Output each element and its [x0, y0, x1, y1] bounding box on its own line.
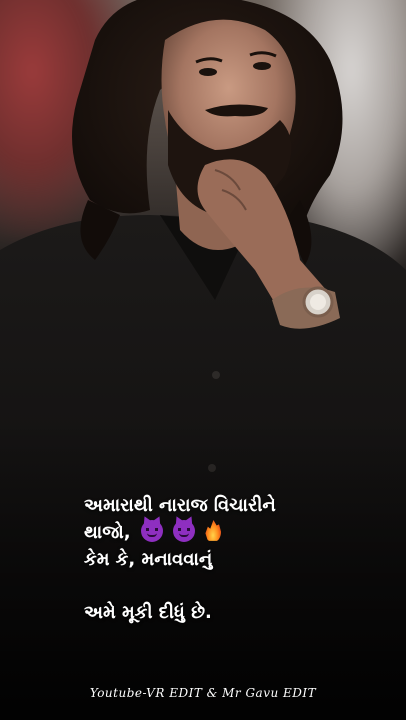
caption-line-4: અમે મૂકી દીધું છે.	[84, 602, 212, 623]
fire-icon	[205, 520, 222, 541]
caption-line-3: કેમ કે, મનાવવાનું	[84, 549, 213, 570]
caption-line-2-text: થાજો,	[84, 522, 131, 543]
channel-credit: Youtube-VR EDIT & Mr Gavu EDIT	[89, 686, 317, 700]
devil-icon	[173, 520, 196, 542]
devil-icon	[140, 520, 163, 542]
caption-line-1: અમારાથી નારાજ વિચારીને	[84, 495, 276, 516]
caption-line-2: થાજો,	[84, 519, 384, 546]
quote-caption: અમારાથી નારાજ વિચારીને થાજો, કેમ કે, મના…	[84, 492, 384, 626]
video-frame: અમારાથી નારાજ વિચારીને થાજો, કેમ કે, મના…	[0, 0, 406, 720]
